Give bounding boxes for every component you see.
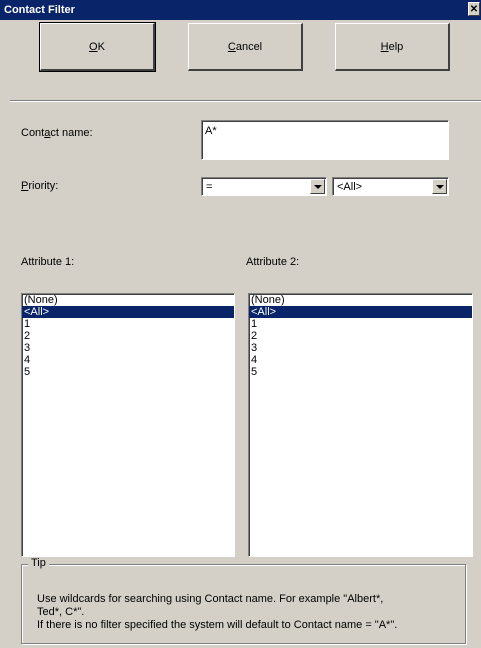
ok-button-label: OK — [89, 40, 105, 53]
chevron-down-icon[interactable] — [432, 179, 447, 194]
list-item[interactable]: 3 — [22, 342, 234, 354]
priority-label: Priority: — [21, 180, 59, 192]
list-item[interactable]: (None) — [22, 294, 234, 306]
tip-text: Use wildcards for searching using Contac… — [37, 593, 457, 632]
priority-level-value: <All> — [337, 181, 363, 193]
list-item[interactable]: 2 — [22, 330, 234, 342]
list-item[interactable]: 2 — [249, 330, 472, 342]
contact-filter-dialog: Contact Filter ✕ OK Cancel Help Contact … — [0, 0, 481, 648]
list-item[interactable]: (None) — [249, 294, 472, 306]
contact-name-input[interactable]: A* — [201, 120, 449, 160]
contact-name-label: Contact name: — [21, 127, 93, 139]
help-button-label: Help — [380, 40, 404, 53]
window-title: Contact Filter — [4, 4, 75, 16]
attribute2-label: Attribute 2: — [246, 256, 300, 268]
cancel-button-label: Cancel — [227, 40, 263, 53]
priority-operator-select[interactable]: = — [201, 177, 327, 196]
list-item[interactable]: 4 — [249, 354, 472, 366]
list-item[interactable]: 1 — [249, 318, 472, 330]
cancel-button[interactable]: Cancel — [188, 23, 303, 71]
priority-operator-value: = — [206, 181, 213, 193]
priority-level-select[interactable]: <All> — [332, 177, 449, 196]
attribute2-listbox[interactable]: (None) <All> 1 2 3 4 5 — [248, 293, 473, 557]
close-icon[interactable]: ✕ — [468, 2, 480, 16]
tip-line: Ted*, C*". — [37, 606, 85, 618]
list-item[interactable]: <All> — [249, 306, 472, 318]
attribute1-listbox[interactable]: (None) <All> 1 2 3 4 5 — [21, 293, 235, 557]
list-item[interactable]: 5 — [249, 366, 472, 378]
list-item[interactable]: 4 — [22, 354, 234, 366]
tip-line: Use wildcards for searching using Contac… — [37, 593, 384, 605]
tip-legend: Tip — [28, 557, 49, 569]
list-item[interactable]: 3 — [249, 342, 472, 354]
ok-button[interactable]: OK — [39, 22, 156, 72]
list-item[interactable]: <All> — [22, 306, 234, 318]
chevron-down-icon[interactable] — [310, 179, 325, 194]
list-item[interactable]: 1 — [22, 318, 234, 330]
attribute1-label: Attribute 1: — [21, 256, 75, 268]
tip-line: If there is no filter specified the syst… — [37, 619, 398, 631]
title-bar[interactable]: Contact Filter ✕ — [0, 0, 481, 20]
list-item[interactable]: 5 — [22, 366, 234, 378]
help-button[interactable]: Help — [335, 23, 450, 71]
